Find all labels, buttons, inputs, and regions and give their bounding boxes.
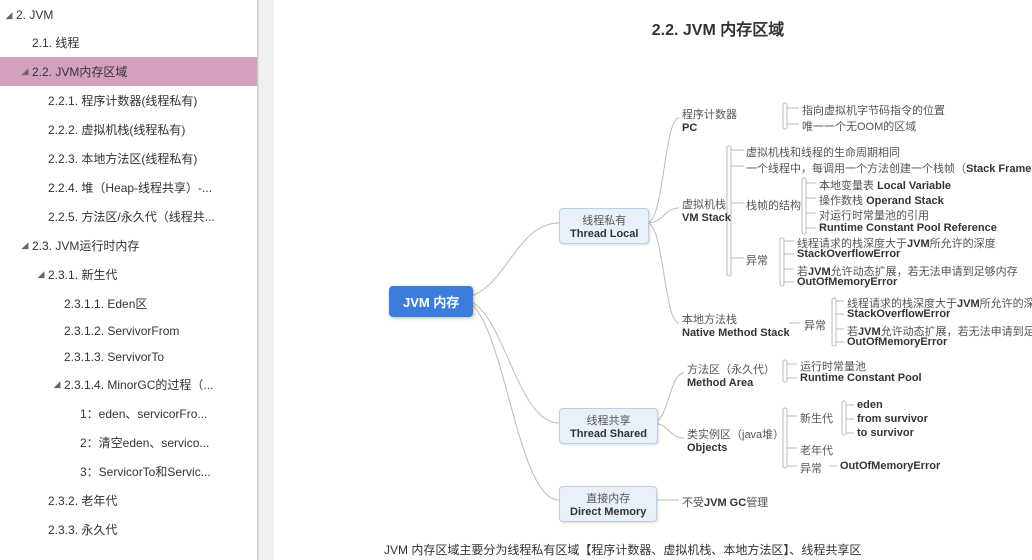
chevron-down-icon[interactable]: ◢ xyxy=(4,10,14,20)
chevron-down-icon[interactable]: ◢ xyxy=(36,270,46,280)
node-frame-i4: Runtime Constant Pool Reference xyxy=(819,222,997,234)
tree-item-1[interactable]: 2.1. 线程 xyxy=(0,28,257,57)
tree-item-label: 2.3.1.3. ServivorTo xyxy=(64,350,164,364)
node-native-e4: OutOfMemoryError xyxy=(847,336,947,348)
tree-item-label: 2.2.2. 虚拟机栈(线程私有) xyxy=(48,121,185,138)
tree-item-3[interactable]: 2.2.1. 程序计数器(线程私有) xyxy=(0,86,257,115)
tree-item-8[interactable]: ◢2.3. JVM运行时内存 xyxy=(0,231,257,260)
mindmap-root: JVM 内存 xyxy=(389,286,473,317)
tree-item-4[interactable]: 2.2.2. 虚拟机栈(线程私有) xyxy=(0,115,257,144)
tree-item-9[interactable]: ◢2.3.1. 新生代 xyxy=(0,260,257,289)
node-frame-i2: 操作数栈 Operand Stack xyxy=(819,192,944,208)
node-pc-d2: 唯一一个无OOM的区域 xyxy=(802,118,916,134)
tree-item-label: 2.2.4. 堆（Heap-线程共享）-... xyxy=(48,179,212,196)
sidebar-scrollbar[interactable] xyxy=(258,0,274,560)
node-direct-memory: 直接内存Direct Memory xyxy=(559,486,657,522)
node-vmstack-d1: 虚拟机栈和线程的生命周期相同 xyxy=(746,144,900,160)
chevron-down-icon[interactable]: ◢ xyxy=(52,380,62,390)
tree-item-10[interactable]: 2.3.1.1. Eden区 xyxy=(0,289,257,318)
tree-item-label: 2.1. 线程 xyxy=(32,34,79,51)
node-pc-d1: 指向虚拟机字节码指令的位置 xyxy=(802,102,945,118)
node-vmstack-e4: OutOfMemoryError xyxy=(797,276,897,288)
mindmap-diagram: JVM 内存 线程私有Thread Local 线程共享Thread Share… xyxy=(284,58,1032,518)
tree-item-label: 2.3.1.2. ServivorFrom xyxy=(64,324,179,338)
tree-item-label: 2.3.1.1. Eden区 xyxy=(64,295,147,312)
tree-item-label: 2.3. JVM运行时内存 xyxy=(32,237,139,254)
tree-item-label: 2. JVM xyxy=(16,8,53,22)
node-thread-local: 线程私有Thread Local xyxy=(559,208,649,244)
page-title: 2.2. JVM 内存区域 xyxy=(414,16,1022,40)
node-frame-label: 栈帧的结构 xyxy=(746,197,801,213)
tree-item-5[interactable]: 2.2.3. 本地方法区(线程私有) xyxy=(0,144,257,173)
node-pc: 程序计数器PC xyxy=(682,106,737,134)
node-objects-e1: OutOfMemoryError xyxy=(840,460,940,472)
node-frame-i3: 对运行时常量池的引用 xyxy=(819,207,929,223)
main-content: 2.2. JVM 内存区域 xyxy=(274,0,1032,560)
tree-item-label: 2.2.1. 程序计数器(线程私有) xyxy=(48,92,197,109)
tree-item-0[interactable]: ◢2. JVM xyxy=(0,2,257,28)
tree-item-label: 2.2.5. 方法区/永久代（线程共... xyxy=(48,208,215,225)
tree-item-label: 2.2.3. 本地方法区(线程私有) xyxy=(48,150,197,167)
node-native-except-label: 异常 xyxy=(804,317,826,333)
node-young-label: 新生代 xyxy=(800,410,833,426)
tree-item-6[interactable]: 2.2.4. 堆（Heap-线程共享）-... xyxy=(0,173,257,202)
node-method-d2: Runtime Constant Pool xyxy=(800,372,922,384)
node-vmstack-except-label: 异常 xyxy=(746,252,768,268)
tree-item-label: 2.2. JVM内存区域 xyxy=(32,63,127,80)
tree-item-13[interactable]: ◢2.3.1.4. MinorGC的过程（... xyxy=(0,370,257,399)
node-native: 本地方法栈Native Method Stack xyxy=(682,311,790,339)
node-vmstack-e2: StackOverflowError xyxy=(797,248,900,260)
node-vmstack: 虚拟机栈VM Stack xyxy=(682,196,731,224)
node-young-i1: eden xyxy=(857,399,883,411)
tree-item-12[interactable]: 2.3.1.3. ServivorTo xyxy=(0,344,257,370)
nav-sidebar[interactable]: ◢2. JVM2.1. 线程◢2.2. JVM内存区域2.2.1. 程序计数器(… xyxy=(0,0,258,560)
node-direct-d1: 不受JVM GC管理 xyxy=(682,494,768,510)
node-method-area: 方法区（永久代）Method Area xyxy=(687,361,775,389)
node-thread-shared: 线程共享Thread Shared xyxy=(559,408,658,444)
tree-item-15[interactable]: 2：清空eden、servico... xyxy=(0,428,257,457)
tree-item-label: 2.3.2. 老年代 xyxy=(48,492,117,509)
chevron-down-icon[interactable]: ◢ xyxy=(20,241,30,251)
node-old: 老年代 xyxy=(800,442,833,458)
node-young-i2: from survivor xyxy=(857,413,928,425)
tree-item-label: 2.3.3. 永久代 xyxy=(48,521,117,538)
node-vmstack-d2: 一个线程中，每调用一个方法创建一个栈帧（Stack Frame） xyxy=(746,160,1032,176)
tree-item-label: 3：ServicorTo和Servic... xyxy=(80,463,211,480)
node-objects: 类实例区（java堆）Objects xyxy=(687,426,784,454)
node-objects-except-label: 异常 xyxy=(800,460,822,476)
tree-item-11[interactable]: 2.3.1.2. ServivorFrom xyxy=(0,318,257,344)
footer-text: JVM 内存区域主要分为线程私有区域【程序计数器、虚拟机栈、本地方法区】、线程共… xyxy=(384,541,861,558)
tree-item-label: 2.3.1.4. MinorGC的过程（... xyxy=(64,376,213,393)
tree-item-17[interactable]: 2.3.2. 老年代 xyxy=(0,486,257,515)
tree-item-label: 2.3.1. 新生代 xyxy=(48,266,117,283)
chevron-down-icon[interactable]: ◢ xyxy=(20,67,30,77)
node-young-i3: to survivor xyxy=(857,427,914,439)
node-frame-i1: 本地变量表 Local Variable xyxy=(819,177,951,193)
tree-item-16[interactable]: 3：ServicorTo和Servic... xyxy=(0,457,257,486)
tree-item-18[interactable]: 2.3.3. 永久代 xyxy=(0,515,257,544)
node-native-e2: StackOverflowError xyxy=(847,308,950,320)
tree-item-label: 1：eden、servicorFro... xyxy=(80,405,207,422)
tree-item-14[interactable]: 1：eden、servicorFro... xyxy=(0,399,257,428)
tree-item-7[interactable]: 2.2.5. 方法区/永久代（线程共... xyxy=(0,202,257,231)
tree-item-2[interactable]: ◢2.2. JVM内存区域 xyxy=(0,57,257,86)
tree-item-label: 2：清空eden、servico... xyxy=(80,434,209,451)
